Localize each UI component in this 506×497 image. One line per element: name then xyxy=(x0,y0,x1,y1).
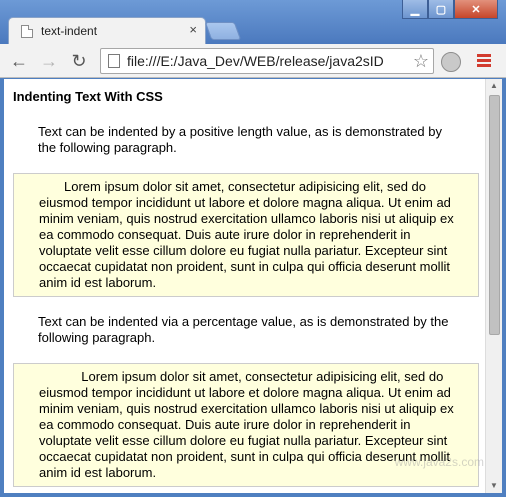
window-controls: ▁ ▢ ✕ xyxy=(402,0,498,20)
intro-length-paragraph: Text can be indented by a positive lengt… xyxy=(38,124,442,155)
page-favicon-icon xyxy=(21,25,33,38)
page-heading: Indenting Text With CSS xyxy=(13,89,163,104)
tab-close-icon[interactable]: × xyxy=(189,22,197,37)
maximize-button[interactable]: ▢ xyxy=(428,0,454,19)
extension-icon[interactable] xyxy=(441,52,461,72)
vertical-scrollbar[interactable]: ▲ ▼ xyxy=(485,79,502,493)
page-icon xyxy=(108,54,120,68)
watermark: www.java2s.com xyxy=(394,455,484,469)
intro-percent-paragraph: Text can be indented via a percentage va… xyxy=(38,314,449,345)
browser-toolbar: ← → ↻ file:///E:/Java_Dev/WEB/release/ja… xyxy=(0,44,506,78)
back-arrow-icon[interactable]: ← xyxy=(8,50,30,72)
lorem-length-indent-paragraph: Lorem ipsum dolor sit amet, consectetur … xyxy=(13,173,479,297)
tab-text-indent[interactable]: text-indent × xyxy=(8,17,206,44)
forward-arrow-icon[interactable]: → xyxy=(38,50,60,72)
menu-icon[interactable] xyxy=(477,54,491,68)
page-content: Indenting Text With CSS Text can be inde… xyxy=(13,85,479,493)
scroll-thumb[interactable] xyxy=(489,95,500,335)
title-bar: text-indent × ▁ ▢ ✕ xyxy=(0,0,506,44)
new-tab-button[interactable] xyxy=(204,22,242,40)
close-window-button[interactable]: ✕ xyxy=(454,0,498,19)
tab-title: text-indent xyxy=(41,24,98,38)
scroll-down-icon[interactable]: ▼ xyxy=(486,479,502,493)
scroll-up-icon[interactable]: ▲ xyxy=(486,79,502,93)
browser-window: text-indent × ▁ ▢ ✕ ← → ↻ file:///E:/Jav… xyxy=(0,0,506,497)
url-text[interactable]: file:///E:/Java_Dev/WEB/release/java2sID xyxy=(127,53,409,69)
page-viewport: Indenting Text With CSS Text can be inde… xyxy=(4,79,502,493)
minimize-button[interactable]: ▁ xyxy=(402,0,428,19)
reload-icon[interactable]: ↻ xyxy=(68,50,90,72)
bookmark-star-icon[interactable]: ☆ xyxy=(413,51,429,72)
address-bar[interactable]: file:///E:/Java_Dev/WEB/release/java2sID… xyxy=(100,48,434,74)
